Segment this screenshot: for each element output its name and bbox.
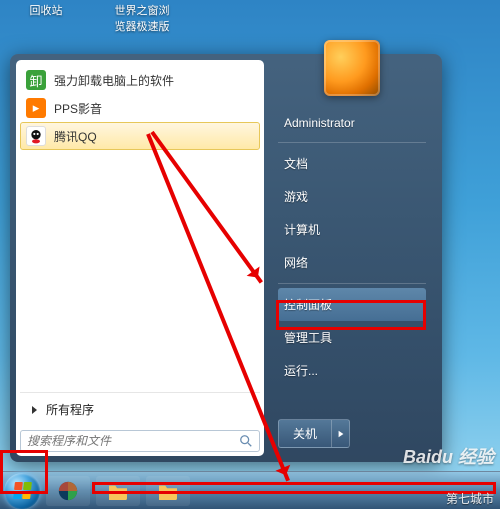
all-programs-label: 所有程序 [46, 401, 94, 418]
menu-item-documents[interactable]: 文档 [278, 147, 426, 180]
folder-icon [107, 482, 129, 500]
qq-icon [26, 126, 46, 146]
menu-item-computer[interactable]: 计算机 [278, 213, 426, 246]
start-menu: 卸 强力卸载电脑上的软件 ▸ PPS影音 腾讯QQ 所有程序 Admin [10, 54, 442, 462]
program-label: PPS影音 [54, 100, 102, 117]
taskbar-icon-folder[interactable] [96, 476, 140, 506]
menu-item-run[interactable]: 运行... [278, 354, 426, 387]
search-input[interactable] [27, 434, 239, 448]
watermark-site: 第七城市 [446, 490, 494, 507]
username-item[interactable]: Administrator [278, 108, 426, 138]
shutdown-label: 关机 [279, 420, 331, 447]
desktop-icon-browser[interactable]: 世界之窗浏览器极速版 [112, 2, 172, 34]
desktop-icons: 回收站 世界之窗浏览器极速版 [16, 2, 172, 34]
menu-separator [278, 283, 426, 284]
menu-separator [278, 142, 426, 143]
shutdown-options-arrow[interactable] [331, 420, 349, 447]
watermark-baidu: Baidu 经验 [403, 443, 494, 469]
start-menu-right-pane: Administrator 文档 游戏 计算机 网络 控制面板 管理工具 运行.… [264, 60, 436, 456]
pps-icon: ▸ [26, 98, 46, 118]
taskbar-icon-browser[interactable] [46, 476, 90, 506]
menu-item-control-panel[interactable]: 控制面板 [278, 288, 426, 321]
program-list: 卸 强力卸载电脑上的软件 ▸ PPS影音 腾讯QQ [20, 66, 260, 388]
menu-item-games[interactable]: 游戏 [278, 180, 426, 213]
search-box[interactable] [20, 430, 260, 452]
desktop-icon-label: 回收站 [16, 2, 76, 18]
chevron-right-icon [30, 405, 40, 415]
user-avatar[interactable] [324, 40, 380, 96]
program-item-uninstall[interactable]: 卸 强力卸载电脑上的软件 [20, 66, 260, 94]
program-label: 强力卸载电脑上的软件 [54, 72, 174, 89]
program-item-qq[interactable]: 腾讯QQ [20, 122, 260, 150]
folder-icon [157, 482, 179, 500]
globe-icon [57, 480, 79, 502]
menu-item-admin-tools[interactable]: 管理工具 [278, 321, 426, 354]
program-item-pps[interactable]: ▸ PPS影音 [20, 94, 260, 122]
chevron-right-icon [337, 430, 345, 438]
desktop-icon-label: 世界之窗浏览器极速版 [112, 2, 172, 34]
uninstall-icon: 卸 [26, 70, 46, 90]
all-programs-button[interactable]: 所有程序 [20, 392, 260, 426]
windows-logo-icon [13, 482, 32, 499]
start-menu-left-pane: 卸 强力卸载电脑上的软件 ▸ PPS影音 腾讯QQ 所有程序 [16, 60, 264, 456]
search-icon [239, 434, 253, 448]
shutdown-button[interactable]: 关机 [278, 419, 350, 448]
menu-item-network[interactable]: 网络 [278, 246, 426, 279]
desktop-icon-recycle-bin[interactable]: 回收站 [16, 2, 76, 34]
taskbar-icon-folder-2[interactable] [146, 476, 190, 506]
program-label: 腾讯QQ [54, 128, 97, 145]
start-orb[interactable] [4, 473, 40, 509]
taskbar [0, 471, 500, 509]
